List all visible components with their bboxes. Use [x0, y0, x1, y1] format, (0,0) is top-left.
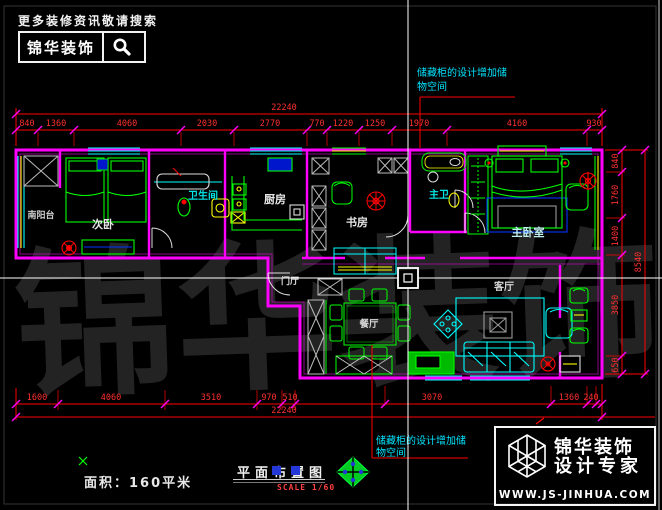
svg-text:2030: 2030	[197, 119, 217, 129]
title-underline	[233, 479, 325, 480]
selection-grip	[272, 466, 281, 475]
svg-text:1360: 1360	[46, 119, 66, 129]
svg-text:770: 770	[309, 119, 324, 129]
room-label-study: 书房	[346, 215, 368, 229]
room-label-living: 客厅	[493, 280, 514, 293]
room-balcony-furniture	[24, 156, 58, 186]
selection-grip	[291, 466, 300, 475]
watermark-text: 锦华装饰	[12, 211, 662, 421]
room-label-balcony: 南阳台	[27, 209, 54, 221]
area-label: 面积：160平米	[84, 472, 192, 491]
svg-text:22240: 22240	[271, 406, 297, 416]
footer-brand-box: 锦华装饰 设计专家 WWW.JS-JINHUA.COM	[494, 426, 656, 506]
svg-text:储藏柜的设计增加储: 储藏柜的设计增加储	[417, 66, 507, 79]
svg-text:510: 510	[282, 393, 297, 403]
svg-text:4160: 4160	[507, 119, 527, 129]
svg-text:1760: 1760	[611, 185, 621, 205]
room-label-kitchen: 厨房	[264, 192, 286, 206]
svg-text:3510: 3510	[201, 393, 221, 403]
svg-text:8540: 8540	[634, 252, 644, 272]
svg-text:储藏柜的设计增加储: 储藏柜的设计增加储	[376, 434, 466, 447]
svg-text:930: 930	[586, 119, 601, 129]
cad-blip	[79, 457, 87, 465]
svg-text:2770: 2770	[260, 119, 280, 129]
drawing-scale: SCALE 1/60	[277, 483, 335, 492]
svg-text:1220: 1220	[333, 119, 353, 129]
svg-text:物空间: 物空间	[417, 80, 447, 93]
cube-logo-icon	[504, 432, 550, 484]
room-label-master: 主卧室	[512, 225, 545, 239]
dimension-chain-top: 22240 840 1360 4060 2030 2770 770 1220 1…	[12, 103, 606, 146]
svg-text:1970: 1970	[409, 119, 429, 129]
footer-website: WWW.JS-JINHUA.COM	[496, 489, 654, 501]
svg-text:240: 240	[583, 393, 598, 403]
room-label-bathroom: 卫生间	[188, 189, 218, 202]
room-label-masterbath: 主卫	[429, 188, 449, 201]
svg-text:840: 840	[19, 119, 34, 129]
svg-text:1360: 1360	[559, 393, 579, 403]
svg-text:650: 650	[611, 357, 621, 372]
green-diamond-icon	[337, 457, 369, 487]
svg-text:3070: 3070	[422, 393, 442, 403]
svg-text:840: 840	[611, 153, 621, 168]
room-label-foyer: 门厅	[281, 275, 299, 287]
cad-drawing-canvas[interactable]: 更多装修资讯敬请搜索 锦华装饰 锦华装饰	[0, 0, 662, 510]
room-label-dining: 餐厅	[358, 318, 379, 330]
svg-text:1400: 1400	[611, 226, 621, 246]
svg-text:物空间: 物空间	[376, 446, 406, 459]
footer-brand-slogan: 设计专家	[554, 458, 642, 477]
svg-text:1250: 1250	[365, 119, 385, 129]
svg-text:1600: 1600	[27, 393, 47, 403]
svg-text:3850: 3850	[611, 295, 621, 315]
leader-annotation-top: 储藏柜的设计增加储 物空间	[417, 66, 515, 148]
svg-text:970: 970	[261, 393, 276, 403]
svg-text:4060: 4060	[101, 393, 121, 403]
room-label-bedroom2: 次卧	[92, 217, 114, 231]
svg-text:22240: 22240	[271, 103, 297, 113]
svg-text:4060: 4060	[117, 119, 137, 129]
